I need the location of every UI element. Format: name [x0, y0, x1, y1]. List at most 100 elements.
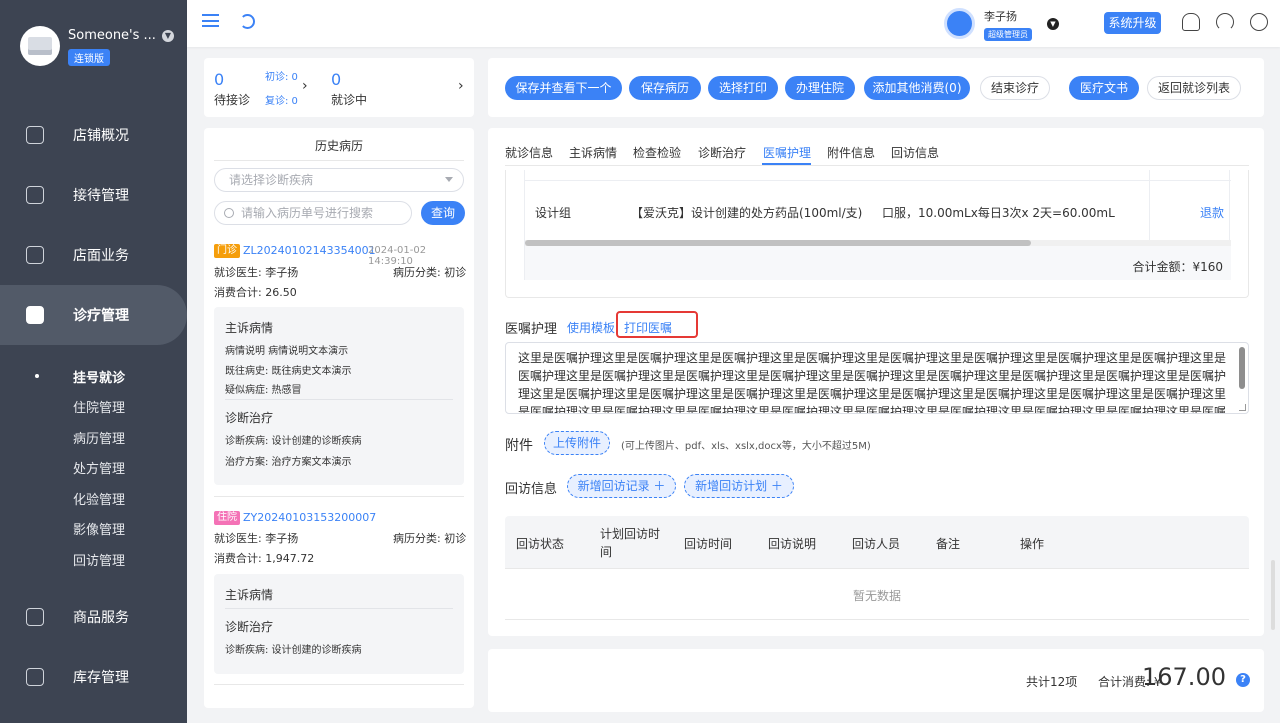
- nav-treatment[interactable]: 诊疗管理: [0, 285, 187, 345]
- return-visit-count: 复诊: 0: [265, 96, 298, 107]
- column-header: 回访状态: [516, 537, 565, 551]
- diagnosis-select[interactable]: 请选择诊断疾病: [214, 168, 464, 192]
- column-header: 计划回访时间: [600, 527, 661, 559]
- sub-imaging[interactable]: 影像管理: [73, 519, 125, 538]
- select-placeholder: 请选择诊断疾病: [229, 173, 314, 187]
- query-button[interactable]: 查询: [421, 201, 465, 225]
- horizontal-scrollbar[interactable]: [525, 240, 1231, 246]
- diagnosis-title: 诊断治疗: [225, 620, 274, 634]
- action-bar: 保存并查看下一个 保存病历 选择打印 办理住院 添加其他消费(0) 结束诊疗 医…: [488, 58, 1264, 117]
- record-type-badge: 门诊: [214, 244, 240, 258]
- system-upgrade-button[interactable]: 系统升级: [1104, 12, 1161, 34]
- rx-drug: 【爱沃克】设计创建的处方药品(100ml/支): [631, 206, 863, 220]
- followup-table-header: 回访状态 计划回访时间 回访时间 回访说明 回访人员 备注 操作: [505, 516, 1249, 568]
- tabs-divider: [505, 165, 1249, 166]
- clock-icon[interactable]: [1250, 13, 1268, 31]
- sub-records[interactable]: 病历管理: [73, 428, 125, 447]
- in-progress-label: 就诊中: [331, 93, 368, 107]
- tab-diagnosis[interactable]: 诊断治疗: [698, 144, 746, 161]
- in-progress-count: 0: [331, 70, 342, 89]
- monitor-icon: [26, 126, 44, 144]
- use-template-link[interactable]: 使用模板: [567, 319, 615, 336]
- sub-prescriptions[interactable]: 处方管理: [73, 458, 125, 477]
- nav-label: 店铺概况: [73, 128, 129, 144]
- prescription-box: 设计组 【爱沃克】设计创建的处方药品(100ml/支) 口服，10.00mLx每…: [505, 170, 1249, 298]
- end-treatment-button[interactable]: 结束诊疗: [980, 76, 1050, 100]
- record-search-input[interactable]: 请输入病历单号进行搜索: [214, 201, 412, 225]
- diagnosis-line: 治疗方案: 治疗方案文本演示: [225, 457, 352, 468]
- column-header: 操作: [1020, 537, 1045, 551]
- nav-reception[interactable]: 接待管理: [0, 165, 187, 225]
- nav-products[interactable]: 商品服务: [0, 587, 187, 647]
- divider: [225, 608, 453, 609]
- sub-inpatient[interactable]: 住院管理: [73, 397, 125, 416]
- nav-label: 店面业务: [73, 248, 129, 264]
- chevron-right-icon[interactable]: ›: [302, 78, 308, 94]
- chevron-down-icon[interactable]: ▼: [161, 29, 174, 42]
- nav-store-business[interactable]: 店面业务: [0, 225, 187, 285]
- nav-inventory[interactable]: 库存管理: [0, 647, 187, 707]
- prescription-table: 设计组 【爱沃克】设计创建的处方药品(100ml/支) 口服，10.00mLx每…: [524, 170, 1231, 280]
- resize-handle[interactable]: [1239, 404, 1246, 411]
- record-number[interactable]: ZY20240103153200007: [243, 511, 376, 524]
- admit-inpatient-button[interactable]: 办理住院: [785, 76, 855, 100]
- menu-icon[interactable]: [202, 14, 219, 27]
- add-followup-plan-button[interactable]: 新增回访计划 ＋: [684, 474, 794, 498]
- medical-kit-icon: [26, 306, 44, 324]
- tab-followup[interactable]: 回访信息: [891, 144, 939, 161]
- bag-icon: [26, 608, 44, 626]
- refresh-icon[interactable]: [240, 14, 255, 29]
- prescription-total: 合计金额：¥160: [1132, 260, 1223, 274]
- headset-icon[interactable]: [1216, 13, 1234, 31]
- vertical-scrollbar[interactable]: [1239, 347, 1245, 389]
- queue-card[interactable]: 0 待接诊 初诊: 0 复诊: 0 › 0 就诊中 ›: [204, 58, 474, 117]
- tab-attachments[interactable]: 附件信息: [827, 144, 875, 161]
- refund-link[interactable]: 退款: [1200, 204, 1224, 221]
- topbar: 李子扬 超级管理员 ▼ 系统升级: [187, 0, 1280, 47]
- sub-registration[interactable]: 挂号就诊: [73, 367, 125, 386]
- current-dot: [35, 374, 39, 378]
- upload-attachment-button[interactable]: 上传附件: [544, 431, 610, 455]
- divider: [214, 496, 464, 497]
- add-followup-record-button[interactable]: 新增回访记录 ＋: [567, 474, 676, 498]
- back-to-list-button[interactable]: 返回就诊列表: [1147, 76, 1241, 100]
- brand[interactable]: Someone's ... ▼ 连锁版: [20, 26, 174, 66]
- user-name: 李子扬: [984, 10, 1017, 23]
- avatar[interactable]: [944, 8, 975, 39]
- select-print-button[interactable]: 选择打印: [708, 76, 778, 100]
- chevron-down-icon[interactable]: ▼: [1047, 18, 1059, 30]
- complaint-line: 疑似病症: 热感冒: [225, 385, 302, 396]
- tab-complaint[interactable]: 主诉病情: [569, 144, 617, 161]
- sub-followup[interactable]: 回访管理: [73, 550, 125, 569]
- tab-visit-info[interactable]: 就诊信息: [505, 144, 553, 161]
- record-detail[interactable]: 主诉病情 病情说明 病情说明文本演示 既往病史: 既往病史文本演示 疑似病症: …: [214, 307, 464, 485]
- chevron-right-icon[interactable]: ›: [458, 78, 464, 94]
- record-number[interactable]: ZL20240102143354001: [243, 244, 376, 257]
- nav-label: 诊疗管理: [73, 308, 129, 324]
- first-visit-count: 初诊: 0: [265, 72, 298, 83]
- complaint-line: 既往病史: 既往病史文本演示: [225, 366, 352, 377]
- nav-label: 库存管理: [73, 670, 129, 686]
- save-and-next-button[interactable]: 保存并查看下一个: [505, 76, 622, 100]
- rx-group: 设计组: [535, 206, 572, 220]
- tab-examination[interactable]: 检查检验: [633, 144, 681, 161]
- user-role-badge: 超级管理员: [984, 28, 1032, 41]
- record-cost: 消费合计: 26.50: [214, 286, 297, 299]
- diagnosis-line: 诊断疾病: 设计创建的诊断疾病: [225, 436, 362, 447]
- nav-store-overview[interactable]: 店铺概况: [0, 105, 187, 165]
- record-detail[interactable]: 主诉病情 诊断治疗 诊断疾病: 设计创建的诊断疾病: [214, 574, 464, 674]
- bell-icon[interactable]: [1182, 13, 1200, 31]
- divider: [214, 684, 464, 685]
- nursing-textarea[interactable]: 这里是医嘱护理这里是医嘱护理这里是医嘱护理这里是医嘱护理这里是医嘱护理这里是医嘱…: [505, 342, 1249, 414]
- chevron-down-icon: [445, 177, 453, 182]
- total-row: [525, 246, 1231, 280]
- medical-documents-button[interactable]: 医疗文书: [1069, 76, 1139, 100]
- history-panel: 历史病历 请选择诊断疾病 请输入病历单号进行搜索 查询 门诊 ZL2024010…: [204, 128, 474, 708]
- tab-nursing[interactable]: 医嘱护理: [763, 144, 811, 161]
- add-other-consumption-button[interactable]: 添加其他消费(0): [864, 76, 970, 100]
- scrollbar-thumb[interactable]: [525, 240, 1031, 246]
- help-icon[interactable]: ?: [1236, 673, 1250, 687]
- page-scrollbar[interactable]: [1271, 560, 1275, 630]
- sub-lab[interactable]: 化验管理: [73, 489, 125, 508]
- save-record-button[interactable]: 保存病历: [629, 76, 701, 100]
